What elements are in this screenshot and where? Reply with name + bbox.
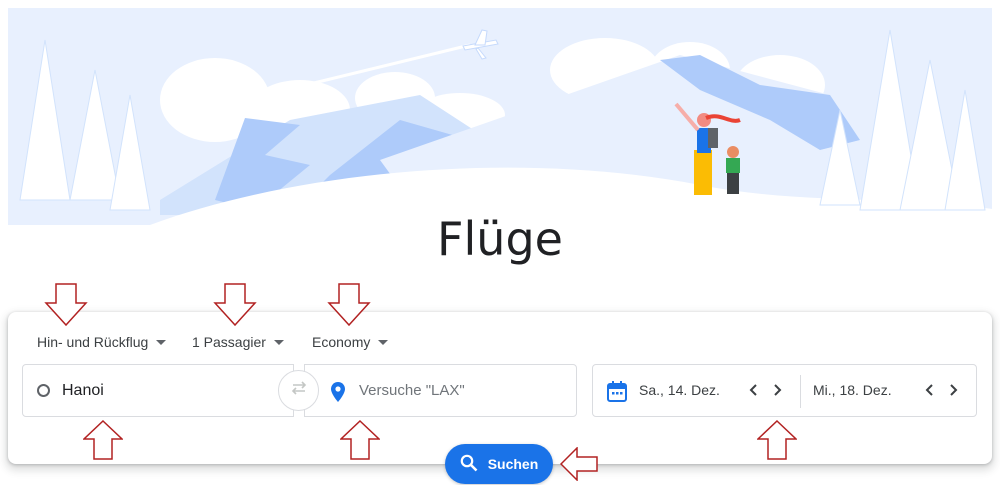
cabin-class-dropdown[interactable]: Economy (312, 334, 389, 350)
annotation-arrow-down-icon (44, 283, 88, 327)
page-title: Flüge (437, 212, 563, 266)
annotation-arrow-down-icon (327, 283, 371, 327)
location-pin-icon (331, 382, 345, 406)
destination-field[interactable]: Versuche "LAX" (304, 364, 577, 417)
chevron-left-icon (749, 384, 757, 396)
return-prev-button[interactable] (921, 381, 939, 399)
annotation-arrow-up-icon (340, 420, 380, 460)
return-date[interactable]: Mi., 18. Dez. (813, 382, 892, 398)
return-next-button[interactable] (944, 381, 962, 399)
hero-illustration (0, 0, 1000, 225)
dates-field[interactable]: Sa., 14. Dez. Mi., 18. Dez. (592, 364, 977, 417)
annotation-arrow-up-icon (757, 420, 797, 460)
passengers-label: 1 Passagier (192, 334, 266, 350)
swap-arrows-icon (289, 380, 309, 401)
chevron-right-icon (950, 384, 958, 396)
caret-down-icon (378, 339, 389, 345)
caret-down-icon (273, 339, 284, 345)
departure-date[interactable]: Sa., 14. Dez. (639, 382, 720, 398)
swap-button[interactable] (278, 370, 319, 411)
date-divider (800, 375, 801, 408)
trip-type-label: Hin- und Rückflug (37, 334, 149, 350)
origin-field[interactable]: Hanoi (22, 364, 294, 417)
search-button[interactable]: Suchen (445, 444, 553, 484)
departure-next-button[interactable] (768, 381, 786, 399)
chevron-right-icon (774, 384, 782, 396)
trip-type-dropdown[interactable]: Hin- und Rückflug (37, 334, 167, 350)
origin-value: Hanoi (62, 381, 104, 399)
annotation-arrow-down-icon (213, 283, 257, 327)
search-button-label: Suchen (487, 456, 539, 472)
annotation-arrow-up-icon (83, 420, 123, 460)
departure-prev-button[interactable] (745, 381, 763, 399)
destination-placeholder: Versuche "LAX" (359, 382, 465, 399)
origin-circle-icon (37, 384, 50, 397)
calendar-icon (607, 380, 627, 406)
caret-down-icon (156, 339, 167, 345)
cabin-class-label: Economy (312, 334, 371, 350)
chevron-left-icon (925, 384, 933, 396)
annotation-arrow-left-icon (560, 447, 598, 481)
passengers-dropdown[interactable]: 1 Passagier (192, 334, 284, 350)
search-icon (460, 454, 478, 475)
